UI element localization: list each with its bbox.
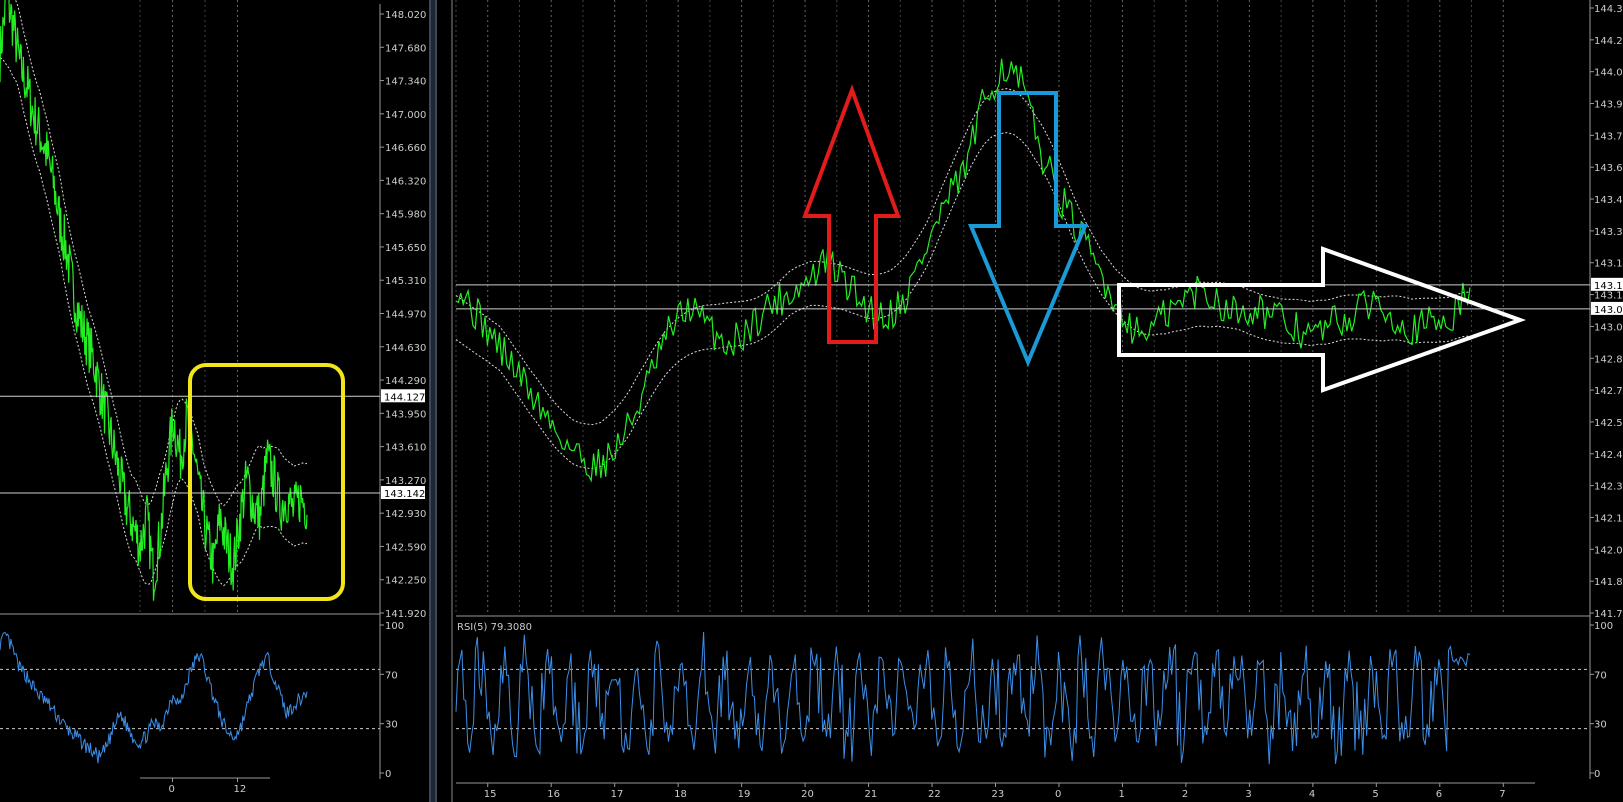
right-rsi-tick-label: 30 [1594, 720, 1607, 731]
chart-canvas: 148.020 147.680 147.340 147.000 146.660 146.3… [0, 0, 1623, 802]
left-rsi-tick-label: 100 [385, 621, 404, 632]
right-price-tick-label: 141.710 [1594, 609, 1623, 620]
left-price-tick-label: 144.630 [385, 343, 426, 354]
right-price-tick-label: 142.450 [1594, 450, 1623, 461]
right-time-tick-label: 6 [1436, 789, 1442, 800]
right-price-tick-label: 141.860 [1594, 577, 1623, 588]
right-time-tick-label: 2 [1182, 789, 1188, 800]
right-price-tick-label: 143.142 [1594, 291, 1623, 302]
left-price-tick-label: 147.340 [385, 77, 426, 88]
left-price-tick-label: 142.250 [385, 576, 426, 587]
left-price-tick-label: 142.590 [385, 542, 426, 553]
right-price-tick-label: 143.037 [1594, 322, 1623, 333]
right-time-tick-label: 1 [1118, 789, 1124, 800]
right-price-tick-label: 143.180 [1594, 259, 1623, 270]
right-price-tick-label: 142.740 [1594, 386, 1623, 397]
right-price-tick-label: 142.595 [1594, 418, 1623, 429]
rsi-title: RSI(5) 79.3080 [457, 622, 532, 633]
left-time-tick-label: 12 [234, 784, 247, 795]
left-price-tick-label: 143.950 [385, 409, 426, 420]
right-price-marker-value: 143.142 [1594, 281, 1623, 292]
right-price-marker-value: 143.037 [1594, 305, 1623, 316]
right-price-tick-label: 143.330 [1594, 227, 1623, 238]
left-price-tick-label: 145.980 [385, 210, 426, 221]
right-rsi-tick-label: 100 [1594, 621, 1613, 632]
right-price-tick-label: 144.210 [1594, 36, 1623, 47]
left-price-tick-label: 147.000 [385, 110, 426, 121]
right-time-tick-label: 16 [547, 789, 560, 800]
right-price-tick-label: 142.300 [1594, 482, 1623, 493]
left-price-tick-label: 148.020 [385, 10, 426, 21]
right-price-tick-label: 143.910 [1594, 100, 1623, 111]
right-rsi-tick-label: 0 [1594, 769, 1600, 780]
right-time-tick-label: 21 [865, 789, 878, 800]
left-time-tick-label: 0 [169, 784, 175, 795]
left-price-tick-label: 146.660 [385, 143, 426, 154]
left-price-tick-label: 143.270 [385, 476, 426, 487]
right-time-tick-label: 4 [1309, 789, 1315, 800]
left-price-tick-label: 142.930 [385, 509, 426, 520]
right-time-tick-label: 20 [801, 789, 814, 800]
left-price-tick-label: 144.970 [385, 310, 426, 321]
left-price-tick-label: 143.610 [385, 443, 426, 454]
right-time-tick-label: 17 [611, 789, 624, 800]
left-price-marker-value: 144.127 [384, 392, 425, 403]
right-price-tick-label: 144.350 [1594, 4, 1623, 15]
right-price-tick-label: 143.475 [1594, 195, 1623, 206]
left-price-tick-label: 146.320 [385, 176, 426, 187]
right-time-tick-label: 3 [1245, 789, 1251, 800]
right-time-tick-label: 23 [992, 789, 1005, 800]
left-rsi-tick-label: 70 [385, 670, 398, 681]
right-time-tick-label: 5 [1372, 789, 1378, 800]
right-price-tick-label: 142.155 [1594, 513, 1623, 524]
right-price-tick-label: 142.890 [1594, 354, 1623, 365]
right-rsi-tick-label: 70 [1594, 670, 1607, 681]
right-price-tick-label: 143.770 [1594, 131, 1623, 142]
left-rsi-tick-label: 30 [385, 720, 398, 731]
right-price-tick-label: 144.060 [1594, 68, 1623, 79]
left-price-tick-label: 147.680 [385, 43, 426, 54]
left-price-tick-label: 144.290 [385, 376, 426, 387]
right-time-tick-label: 7 [1499, 789, 1505, 800]
left-price-marker-value: 143.142 [384, 489, 425, 500]
right-time-tick-label: 22 [928, 789, 941, 800]
right-time-tick-label: 19 [738, 789, 751, 800]
left-price-tick-label: 145.310 [385, 276, 426, 287]
right-time-tick-label: 0 [1055, 789, 1061, 800]
left-rsi-tick-label: 0 [385, 769, 391, 780]
left-price-tick-label: 141.920 [385, 609, 426, 620]
right-price-tick-label: 142.010 [1594, 545, 1623, 556]
left-price-tick-label: 145.650 [385, 243, 426, 254]
right-time-tick-label: 18 [674, 789, 687, 800]
right-price-tick-label: 143.620 [1594, 163, 1623, 174]
right-time-tick-label: 15 [484, 789, 497, 800]
